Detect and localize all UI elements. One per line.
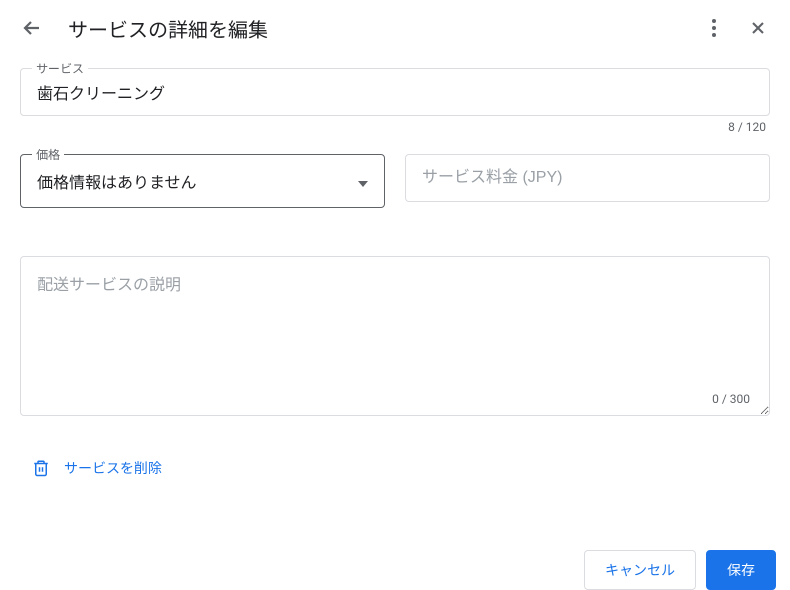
service-name-input[interactable] <box>20 68 770 116</box>
delete-service-button[interactable]: サービスを削除 <box>20 450 770 486</box>
header-actions <box>702 16 770 40</box>
price-row: 価格 価格情報はありません <box>20 154 770 208</box>
arrow-left-icon <box>20 16 44 40</box>
close-icon <box>748 18 768 38</box>
price-field: 価格 価格情報はありません <box>20 154 385 208</box>
description-counter: 0 / 300 <box>712 392 750 406</box>
more-button[interactable] <box>702 16 726 40</box>
service-counter: 8 / 120 <box>20 120 770 134</box>
fee-field <box>405 154 770 208</box>
dialog-header: サービスの詳細を編集 <box>0 0 790 56</box>
dialog-footer: キャンセル 保存 <box>584 550 790 590</box>
back-button[interactable] <box>20 16 44 40</box>
service-fee-input[interactable] <box>405 154 770 202</box>
dialog-title: サービスの詳細を編集 <box>68 14 702 43</box>
more-vert-icon <box>702 16 726 40</box>
description-field: 0 / 300 <box>20 256 770 420</box>
service-field: サービス <box>20 68 770 116</box>
dialog-content: サービス 8 / 120 価格 価格情報はありません 0 / 300 サービスを… <box>0 56 790 498</box>
save-button[interactable]: 保存 <box>706 550 776 590</box>
close-button[interactable] <box>746 16 770 40</box>
description-textarea[interactable] <box>20 256 770 416</box>
price-select[interactable]: 価格情報はありません <box>20 154 385 208</box>
trash-icon <box>32 459 50 477</box>
cancel-button[interactable]: キャンセル <box>584 550 696 590</box>
service-label: サービス <box>32 60 88 77</box>
price-selected-value: 価格情報はありません <box>37 169 197 193</box>
price-label: 価格 <box>32 146 64 163</box>
delete-label: サービスを削除 <box>64 458 162 478</box>
dropdown-icon <box>358 172 368 191</box>
